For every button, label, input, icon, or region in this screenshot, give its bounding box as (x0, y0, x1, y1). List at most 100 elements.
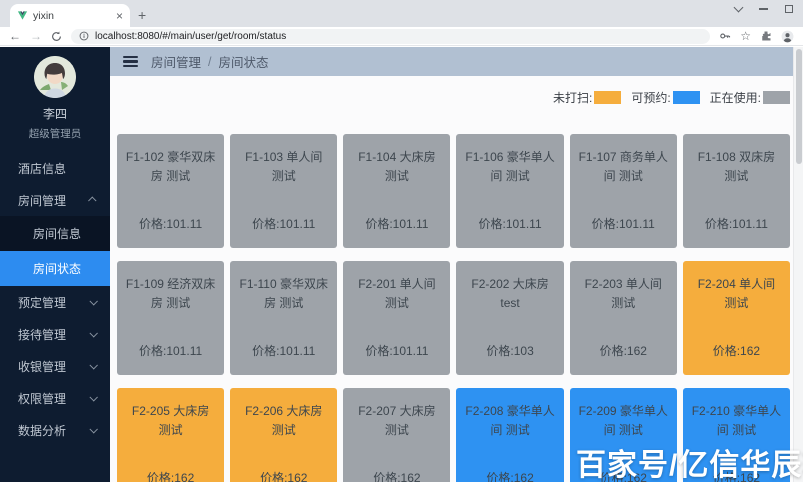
sidebar-menu: 酒店信息房间管理房间信息房间状态预定管理接待管理收银管理权限管理数据分析 (0, 152, 110, 446)
tab-search-chevron-icon[interactable] (734, 3, 744, 13)
user-role: 超级管理员 (0, 126, 110, 141)
status-legend: 未打扫:可预约:正在使用: (117, 90, 790, 105)
room-card[interactable]: F2-206 大床房 测试价格:162 (230, 388, 337, 482)
sidebar-item-label: 权限管理 (18, 390, 66, 407)
key-icon[interactable] (719, 30, 731, 42)
collapse-menu-icon[interactable] (123, 56, 138, 68)
room-card[interactable]: F2-202 大床房 test 价格:103 (456, 261, 563, 375)
legend-swatch-dirty (594, 91, 621, 104)
sidebar-subitem-label: 房间信息 (33, 225, 81, 242)
app-page: 李四 超级管理员 酒店信息房间管理房间信息房间状态预定管理接待管理收银管理权限管… (0, 47, 803, 482)
room-name: F2-209 豪华单人间 测试 (578, 402, 669, 439)
chevron-down-icon (89, 329, 97, 337)
sidebar-item[interactable]: 酒店信息 (0, 152, 110, 184)
reload-icon[interactable] (51, 31, 62, 42)
chevron-down-icon (89, 393, 97, 401)
bookmark-star-icon[interactable]: ☆ (740, 30, 751, 42)
breadcrumb-room-management[interactable]: 房间管理 (151, 52, 201, 71)
extensions-puzzle-icon[interactable] (760, 30, 772, 42)
room-card[interactable]: F2-201 单人间 测试价格:101.11 (343, 261, 450, 375)
room-card[interactable]: F1-104 大床房 测试价格:101.11 (343, 134, 450, 248)
room-name: F1-109 经济双床房 测试 (125, 275, 216, 312)
chevron-down-icon (89, 297, 97, 305)
room-card[interactable]: F1-102 豪华双床房 测试价格:101.11 (117, 134, 224, 248)
room-price: 价格:162 (125, 469, 216, 482)
room-price: 价格:101.11 (238, 342, 329, 359)
legend-label: 未打扫: (553, 89, 592, 106)
room-name: F2-207 大床房 测试 (351, 402, 442, 439)
browser-tab[interactable]: yixin × (10, 4, 130, 27)
chevron-down-icon (89, 425, 97, 433)
room-name: F2-202 大床房 test (464, 275, 555, 312)
room-name: F1-107 商务单人间 测试 (578, 148, 669, 185)
room-name: F1-108 双床房 测试 (691, 148, 782, 185)
room-card[interactable]: F1-107 商务单人间 测试价格:101.11 (570, 134, 677, 248)
room-card[interactable]: F2-203 单人间 测试价格:162 (570, 261, 677, 375)
vue-favicon-icon (17, 10, 28, 21)
sidebar-subitem-label: 房间状态 (33, 260, 81, 277)
room-card[interactable]: F1-108 双床房 测试价格:101.11 (683, 134, 790, 248)
sidebar-subitem[interactable]: 房间状态 (0, 251, 110, 286)
back-icon[interactable]: ← (9, 30, 21, 42)
room-price: 价格:101.11 (464, 215, 555, 232)
sidebar-item[interactable]: 数据分析 (0, 414, 110, 446)
room-card[interactable]: F1-106 豪华单人间 测试价格:101.11 (456, 134, 563, 248)
page-scrollbar[interactable] (793, 47, 803, 482)
sidebar-item-label: 数据分析 (18, 422, 66, 439)
address-bar[interactable]: localhost:8080/#/main/user/get/room/stat… (71, 29, 710, 44)
tab-title: yixin (33, 10, 111, 22)
sidebar-item-label: 收银管理 (18, 358, 66, 375)
room-price: 价格:101.11 (351, 342, 442, 359)
room-name: F2-208 豪华单人间 测试 (464, 402, 555, 439)
room-name: F2-206 大床房 测试 (238, 402, 329, 439)
chevron-down-icon (89, 361, 97, 369)
room-price: 价格:101.11 (578, 215, 669, 232)
room-name: F2-205 大床房 测试 (125, 402, 216, 439)
room-price: 价格:162 (578, 342, 669, 359)
sidebar-item[interactable]: 收银管理 (0, 350, 110, 382)
room-name: F1-104 大床房 测试 (351, 148, 442, 185)
forward-icon[interactable]: → (30, 30, 42, 42)
breadcrumb-room-status[interactable]: 房间状态 (219, 52, 269, 71)
room-card[interactable]: F2-204 单人间 测试价格:162 (683, 261, 790, 375)
room-price: 价格:101.11 (691, 215, 782, 232)
room-card[interactable]: F2-208 豪华单人间 测试价格:162 (456, 388, 563, 482)
room-card[interactable]: F2-207 大床房 测试价格:162 (343, 388, 450, 482)
user-avatar (34, 56, 76, 98)
minimize-icon[interactable] (759, 8, 768, 9)
room-card[interactable]: F2-205 大床房 测试价格:162 (117, 388, 224, 482)
browser-toolbar: ← → localhost:8080/#/main/user/get/room/… (0, 27, 803, 46)
new-tab-button[interactable]: + (138, 8, 146, 22)
room-name: F1-103 单人间 测试 (238, 148, 329, 185)
maximize-icon[interactable] (785, 5, 793, 13)
sidebar-subitem[interactable]: 房间信息 (0, 216, 110, 251)
room-name: F1-110 豪华双床房 测试 (238, 275, 329, 312)
sidebar-item[interactable]: 权限管理 (0, 382, 110, 414)
room-card[interactable]: F1-109 经济双床房 测试价格:101.11 (117, 261, 224, 375)
sidebar-item-label: 酒店信息 (18, 160, 66, 177)
room-card[interactable]: F1-103 单人间 测试价格:101.11 (230, 134, 337, 248)
chevron-up-icon (88, 196, 96, 204)
room-price: 价格:101.11 (125, 215, 216, 232)
sidebar: 李四 超级管理员 酒店信息房间管理房间信息房间状态预定管理接待管理收银管理权限管… (0, 47, 110, 482)
sidebar-item[interactable]: 房间管理 (0, 184, 110, 216)
room-price: 价格:103 (464, 342, 555, 359)
legend-label: 可预约: (631, 89, 670, 106)
room-price: 价格:162 (464, 469, 555, 482)
sidebar-item[interactable]: 接待管理 (0, 318, 110, 350)
room-price: 价格:101.11 (125, 342, 216, 359)
sidebar-item[interactable]: 预定管理 (0, 286, 110, 318)
sidebar-submenu: 房间信息房间状态 (0, 216, 110, 286)
profile-avatar-icon[interactable] (781, 30, 794, 43)
room-name: F2-210 豪华单人间 测试 (691, 402, 782, 439)
toolbar-right: ☆ (719, 30, 794, 43)
tab-close-icon[interactable]: × (116, 10, 123, 22)
browser-window: yixin × + ← → localhost:8080/#/main/user… (0, 0, 803, 482)
sidebar-item-label: 房间管理 (18, 192, 66, 209)
room-card[interactable]: F1-110 豪华双床房 测试价格:101.11 (230, 261, 337, 375)
site-info-icon[interactable] (79, 31, 89, 41)
window-controls (735, 5, 793, 13)
scrollbar-thumb[interactable] (796, 49, 802, 164)
room-grid: F1-102 豪华双床房 测试价格:101.11F1-103 单人间 测试价格:… (117, 134, 790, 482)
room-price: 价格:162 (351, 469, 442, 482)
